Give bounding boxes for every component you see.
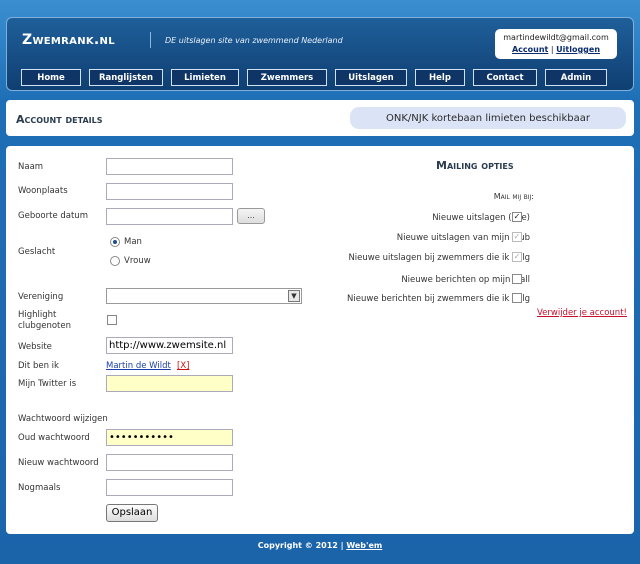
save-button[interactable]: Opslaan (106, 504, 158, 522)
chevron-down-icon[interactable]: ▼ (288, 290, 300, 302)
footer-copyright: Copyright © 2012 | (257, 541, 344, 550)
nav-uitslagen[interactable]: Uitslagen (335, 69, 407, 86)
twitter-input[interactable] (106, 375, 233, 392)
oud-wachtwoord-label: Oud wachtwoord (18, 433, 90, 443)
title-bar: Account details ONK/NJK kortebaan limiet… (6, 100, 634, 136)
delete-account-link[interactable]: Verwijder je account! (537, 308, 627, 318)
user-links-separator: | (550, 45, 554, 54)
nieuw-wachtwoord-label: Nieuw wachtwoord (18, 458, 99, 468)
naam-label: Naam (18, 162, 44, 172)
highlight-label-line2: clubgenoten (18, 321, 71, 331)
vereniging-label: Vereniging (18, 292, 64, 302)
nieuw-wachtwoord-input[interactable] (106, 454, 233, 471)
nav-limieten[interactable]: Limieten (171, 69, 239, 86)
date-picker-button[interactable]: ... (237, 208, 265, 224)
website-input[interactable] (106, 337, 233, 354)
gender-man-radio[interactable] (110, 237, 120, 247)
nogmaals-input[interactable] (106, 479, 233, 496)
account-form-panel: Naam Woonplaats Geboorte datum ... Gesla… (6, 146, 634, 534)
website-label: Website (18, 342, 52, 352)
account-link[interactable]: Account (512, 45, 548, 54)
mail-option-label: Nieuwe uitslagen van mijn club (396, 233, 530, 243)
mail-option-label: Nieuwe berichten op mijn wall (401, 275, 530, 285)
nav-help[interactable]: Help (415, 69, 465, 86)
ditbenik-label: Dit ben ik (18, 361, 59, 371)
logo-divider (150, 32, 151, 48)
notice-banner[interactable]: ONK/NJK kortebaan limieten beschikbaar (350, 107, 626, 129)
mail-option-label: Nieuwe uitslagen bij zwemmers die ik vol… (348, 253, 530, 263)
nav-contact[interactable]: Contact (473, 69, 537, 86)
site-footer: Copyright © 2012 | Web'em (0, 541, 640, 550)
mail-option-checkbox[interactable] (512, 274, 522, 284)
geboorte-label: Geboorte datum (18, 211, 88, 221)
password-section-heading: Wachtwoord wijzigen (18, 414, 108, 424)
highlight-label: Highlight clubgenoten (18, 310, 71, 332)
page-title: Account details (16, 113, 103, 126)
user-box: martindewildt@gmail.com Account | Uitlog… (495, 29, 617, 59)
mailing-title: Mailing opties (436, 159, 514, 172)
ditbenik-link[interactable]: Martin de Wildt (106, 361, 171, 371)
geslacht-label: Geslacht (18, 247, 56, 257)
site-logo[interactable]: Zwemrank.nl (22, 32, 115, 48)
highlight-checkbox[interactable] (107, 315, 117, 325)
gender-vrouw-radio[interactable] (110, 256, 120, 266)
nogmaals-label: Nogmaals (18, 483, 61, 493)
main-nav: Home Ranglijsten Limieten Zwemmers Uitsl… (21, 69, 607, 86)
mail-option-checkbox: ✓ (512, 232, 522, 242)
site-tagline: DE uitslagen site van zwemmend Nederland (165, 36, 343, 45)
nav-ranglijsten[interactable]: Ranglijsten (89, 69, 163, 86)
gender-vrouw-label: Vrouw (124, 256, 151, 266)
mailing-subtitle: Mail mij bij: (493, 192, 534, 201)
mail-option-checkbox[interactable]: ✓ (512, 212, 522, 222)
nav-admin[interactable]: Admin (545, 69, 607, 86)
vereniging-select[interactable]: ▼ (106, 288, 302, 304)
mail-option-checkbox: ✓ (512, 252, 522, 262)
oud-wachtwoord-input[interactable] (106, 429, 233, 446)
user-links: Account | Uitloggen (495, 44, 617, 56)
highlight-label-line1: Highlight (18, 310, 57, 320)
footer-webem-link[interactable]: Web'em (346, 541, 382, 550)
mail-option-label: Nieuwe berichten bij zwemmers die ik vol… (347, 294, 530, 304)
logout-link[interactable]: Uitloggen (556, 45, 600, 54)
nav-home[interactable]: Home (21, 69, 81, 86)
site-header: Zwemrank.nl DE uitslagen site van zwemme… (6, 17, 634, 91)
woonplaats-input[interactable] (106, 183, 233, 200)
twitter-label: Mijn Twitter is (18, 379, 77, 389)
gender-man-label: Man (124, 237, 142, 247)
user-email: martindewildt@gmail.com (503, 33, 609, 42)
geboorte-input[interactable] (106, 208, 233, 225)
nav-zwemmers[interactable]: Zwemmers (247, 69, 327, 86)
ditbenik-remove-link[interactable]: [X] (177, 361, 189, 371)
naam-input[interactable] (106, 158, 233, 175)
woonplaats-label: Woonplaats (18, 186, 68, 196)
mail-option-checkbox[interactable] (512, 293, 522, 303)
